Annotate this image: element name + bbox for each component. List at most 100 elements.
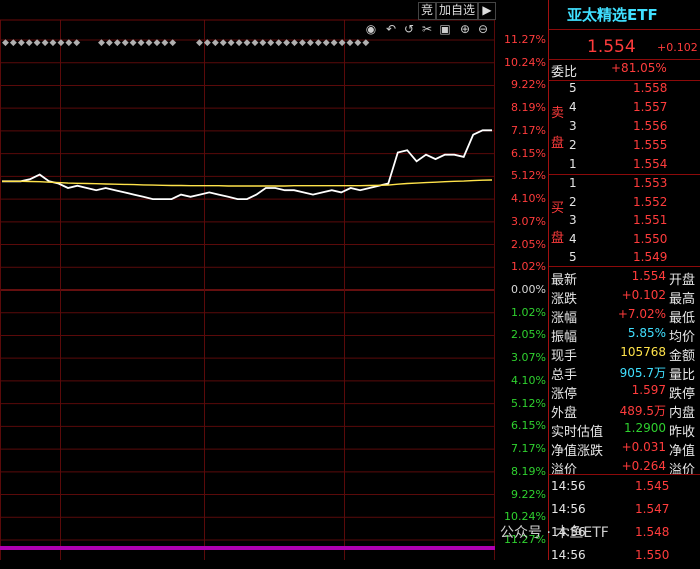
axis-tick-label: 1.02% — [511, 305, 546, 319]
stat-label: 振幅 — [551, 330, 578, 345]
refresh-icon[interactable]: ↺ — [402, 22, 416, 36]
stat-label-2: 量比 — [669, 368, 696, 383]
sell-level-row: 5 1.558 — [549, 80, 700, 99]
stat-label: 实时估值 — [551, 425, 604, 440]
eye-icon[interactable]: ◉ — [364, 22, 378, 36]
stat-label-2: 昨收 — [669, 425, 696, 440]
level-price: 1.557 — [633, 100, 668, 114]
level-price: 1.552 — [633, 194, 668, 209]
buy-level-row: 2 1.552 — [549, 194, 700, 213]
intraday-chart[interactable] — [0, 0, 495, 560]
stat-label-2: 均价 — [669, 330, 696, 345]
level-price: 1.551 — [633, 213, 668, 227]
tick-time: 14:56 — [551, 502, 586, 516]
stat-value: 1.2900 — [624, 421, 666, 435]
axis-tick-label: 0.00% — [511, 283, 546, 296]
chart-svg — [0, 19, 495, 560]
stat-row: 现手 105768 金额 — [549, 344, 700, 364]
stat-label-2: 净值 — [669, 444, 696, 459]
bid-button[interactable]: 竞 — [418, 2, 436, 20]
level-price: 1.554 — [633, 157, 668, 171]
stat-value: 5.85% — [627, 326, 666, 340]
stat-label-2: 金额 — [669, 349, 696, 364]
title-row: 亚太精选ETF — [549, 3, 700, 27]
event-markers-1: ◆◆◆◆◆◆◆◆◆◆ — [2, 38, 82, 48]
price-row: 1.554 +0.102 — [549, 36, 700, 58]
stat-label: 涨停 — [551, 387, 578, 402]
percent-axis: 11.27% 10.24% 9.22% 8.19% 7.17% 6.15% 5.12% 4.1… — [495, 0, 548, 560]
stat-row: 外盘 489.5万 内盘 — [549, 401, 700, 421]
level-number: 2 — [569, 138, 577, 152]
stat-row: 最新 1.554 开盘 — [549, 268, 700, 288]
tick-row: 14:56 1.547 — [549, 501, 700, 523]
stat-value: 489.5万 — [619, 404, 666, 418]
axis-tick-label: 3.07% — [511, 351, 546, 365]
buy-label-1: 买 — [551, 201, 565, 216]
stat-label-2: 最低 — [669, 311, 696, 326]
level-price: 1.550 — [633, 231, 668, 246]
axis-tick-label: 2.05% — [511, 328, 546, 342]
stat-label-2: 溢价 — [669, 463, 696, 478]
level-price: 1.553 — [633, 176, 668, 190]
weibi-value: +81.05% — [611, 61, 667, 75]
axis-tick-label: 5.12% — [511, 169, 546, 183]
price-line — [2, 129, 492, 201]
zoom-in-icon[interactable]: ⊕ — [458, 22, 472, 36]
stat-row: 实时估值 1.2900 昨收 — [549, 420, 700, 440]
buy-level-row: 3 1.551 — [549, 212, 700, 231]
stat-label-2: 开盘 — [669, 273, 696, 288]
level-number: 2 — [569, 194, 577, 209]
event-markers-3: ◆◆◆◆◆◆◆◆◆◆◆◆◆◆◆◆◆◆◆◆◆◆ — [196, 38, 371, 48]
current-price: 1.554 — [587, 37, 636, 57]
zoom-out-icon[interactable]: ⊖ — [476, 22, 490, 36]
scissors-icon[interactable]: ✂ — [420, 22, 434, 36]
axis-tick-label: 7.17% — [511, 123, 546, 137]
sell-label-1: 卖 — [551, 106, 565, 121]
axis-tick-label: 5.12% — [511, 396, 546, 410]
axis-tick-label: 10.24% — [504, 55, 546, 69]
axis-tick-label: 11.27% — [504, 33, 546, 46]
level-price: 1.556 — [633, 119, 668, 133]
stat-row: 涨幅 +7.02% 最低 — [549, 306, 700, 326]
stat-row: 总手 905.7万 量比 — [549, 363, 700, 383]
axis-tick-label: 3.07% — [511, 214, 546, 228]
stat-value: 1.597 — [631, 383, 666, 397]
divider — [549, 29, 700, 30]
level-number: 3 — [569, 213, 577, 227]
sell-level-row: 4 1.557 — [549, 99, 700, 118]
buy-level-row: 4 1.550 — [549, 231, 700, 250]
axis-tick-label: 4.10% — [511, 192, 546, 206]
stat-value: +0.031 — [621, 440, 666, 454]
level-number: 3 — [569, 119, 577, 133]
level-price: 1.555 — [633, 138, 668, 152]
level-number: 4 — [569, 231, 577, 246]
axis-tick-label: 8.19% — [511, 101, 546, 115]
stat-label: 涨跌 — [551, 292, 578, 307]
axis-tick-label: 4.10% — [511, 373, 546, 387]
average-line — [2, 179, 493, 187]
sell-level-row: 3 1.556 — [549, 118, 700, 137]
stat-label: 最新 — [551, 273, 578, 288]
divider — [549, 266, 700, 267]
stat-label: 外盘 — [551, 406, 578, 421]
add-favorite-button[interactable]: 加自选 — [436, 2, 478, 20]
tick-row: 14:56 1.550 — [549, 547, 700, 569]
stat-row: 涨跌 +0.102 最高 — [549, 287, 700, 307]
divider — [549, 474, 700, 475]
watermark: 公众号 · 木鱼ETF — [500, 525, 609, 541]
sell-level-row: 1 1.554 — [549, 156, 700, 175]
tick-price: 1.548 — [635, 525, 670, 539]
axis-tick-label: 8.19% — [511, 464, 546, 478]
undo-icon[interactable]: ↶ — [384, 22, 398, 36]
buy-label-2: 盘 — [551, 231, 565, 246]
stat-row: 振幅 5.85% 均价 — [549, 325, 700, 345]
stat-row: 涨停 1.597 跌停 — [549, 382, 700, 402]
tick-row: 14:56 1.545 — [549, 478, 700, 500]
lock-icon[interactable]: ▣ — [438, 22, 452, 36]
axis-tick-label: 1.02% — [511, 260, 546, 274]
stat-label: 涨幅 — [551, 311, 578, 326]
level-price: 1.549 — [633, 250, 668, 264]
sell-level-row: 2 1.555 — [549, 137, 700, 156]
stat-value: 905.7万 — [619, 366, 666, 380]
panel-collapse-icon[interactable]: ▶ — [478, 2, 496, 20]
